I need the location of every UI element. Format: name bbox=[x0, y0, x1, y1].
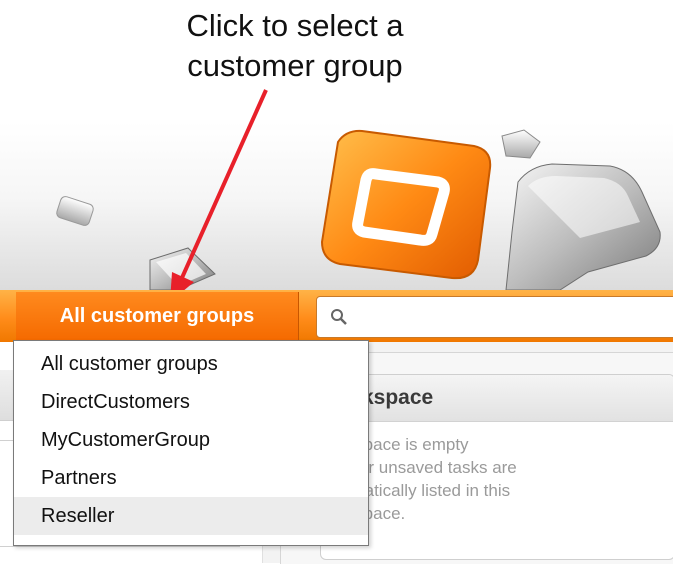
workspace-text-line: your unsaved tasks are bbox=[341, 458, 517, 477]
workspace-panel: orkspace rkspace is empty your unsaved t… bbox=[320, 374, 673, 560]
workspace-text-line: rkspace. bbox=[341, 504, 406, 523]
dropdown-option-reseller[interactable]: Reseller bbox=[14, 497, 368, 535]
workspace-empty-message: rkspace is empty your unsaved tasks are … bbox=[341, 433, 661, 525]
dropdown-option-directcustomers[interactable]: DirectCustomers bbox=[14, 383, 368, 421]
search-input[interactable] bbox=[316, 296, 673, 338]
dropdown-option-mycustomergroup[interactable]: MyCustomerGroup bbox=[14, 421, 368, 459]
workspace-text-line: rkspace is empty bbox=[341, 435, 469, 454]
customer-group-selector-button[interactable]: All customer groups bbox=[16, 292, 299, 340]
left-divider bbox=[0, 546, 240, 547]
dropdown-option-partners[interactable]: Partners bbox=[14, 459, 368, 497]
customer-group-dropdown: All customer groups DirectCustomers MyCu… bbox=[13, 340, 369, 546]
workspace-text-line: omatically listed in this bbox=[341, 481, 511, 500]
dropdown-option-all-customer-groups[interactable]: All customer groups bbox=[14, 345, 368, 383]
workspace-header: orkspace bbox=[321, 375, 673, 422]
search-icon bbox=[331, 309, 347, 325]
